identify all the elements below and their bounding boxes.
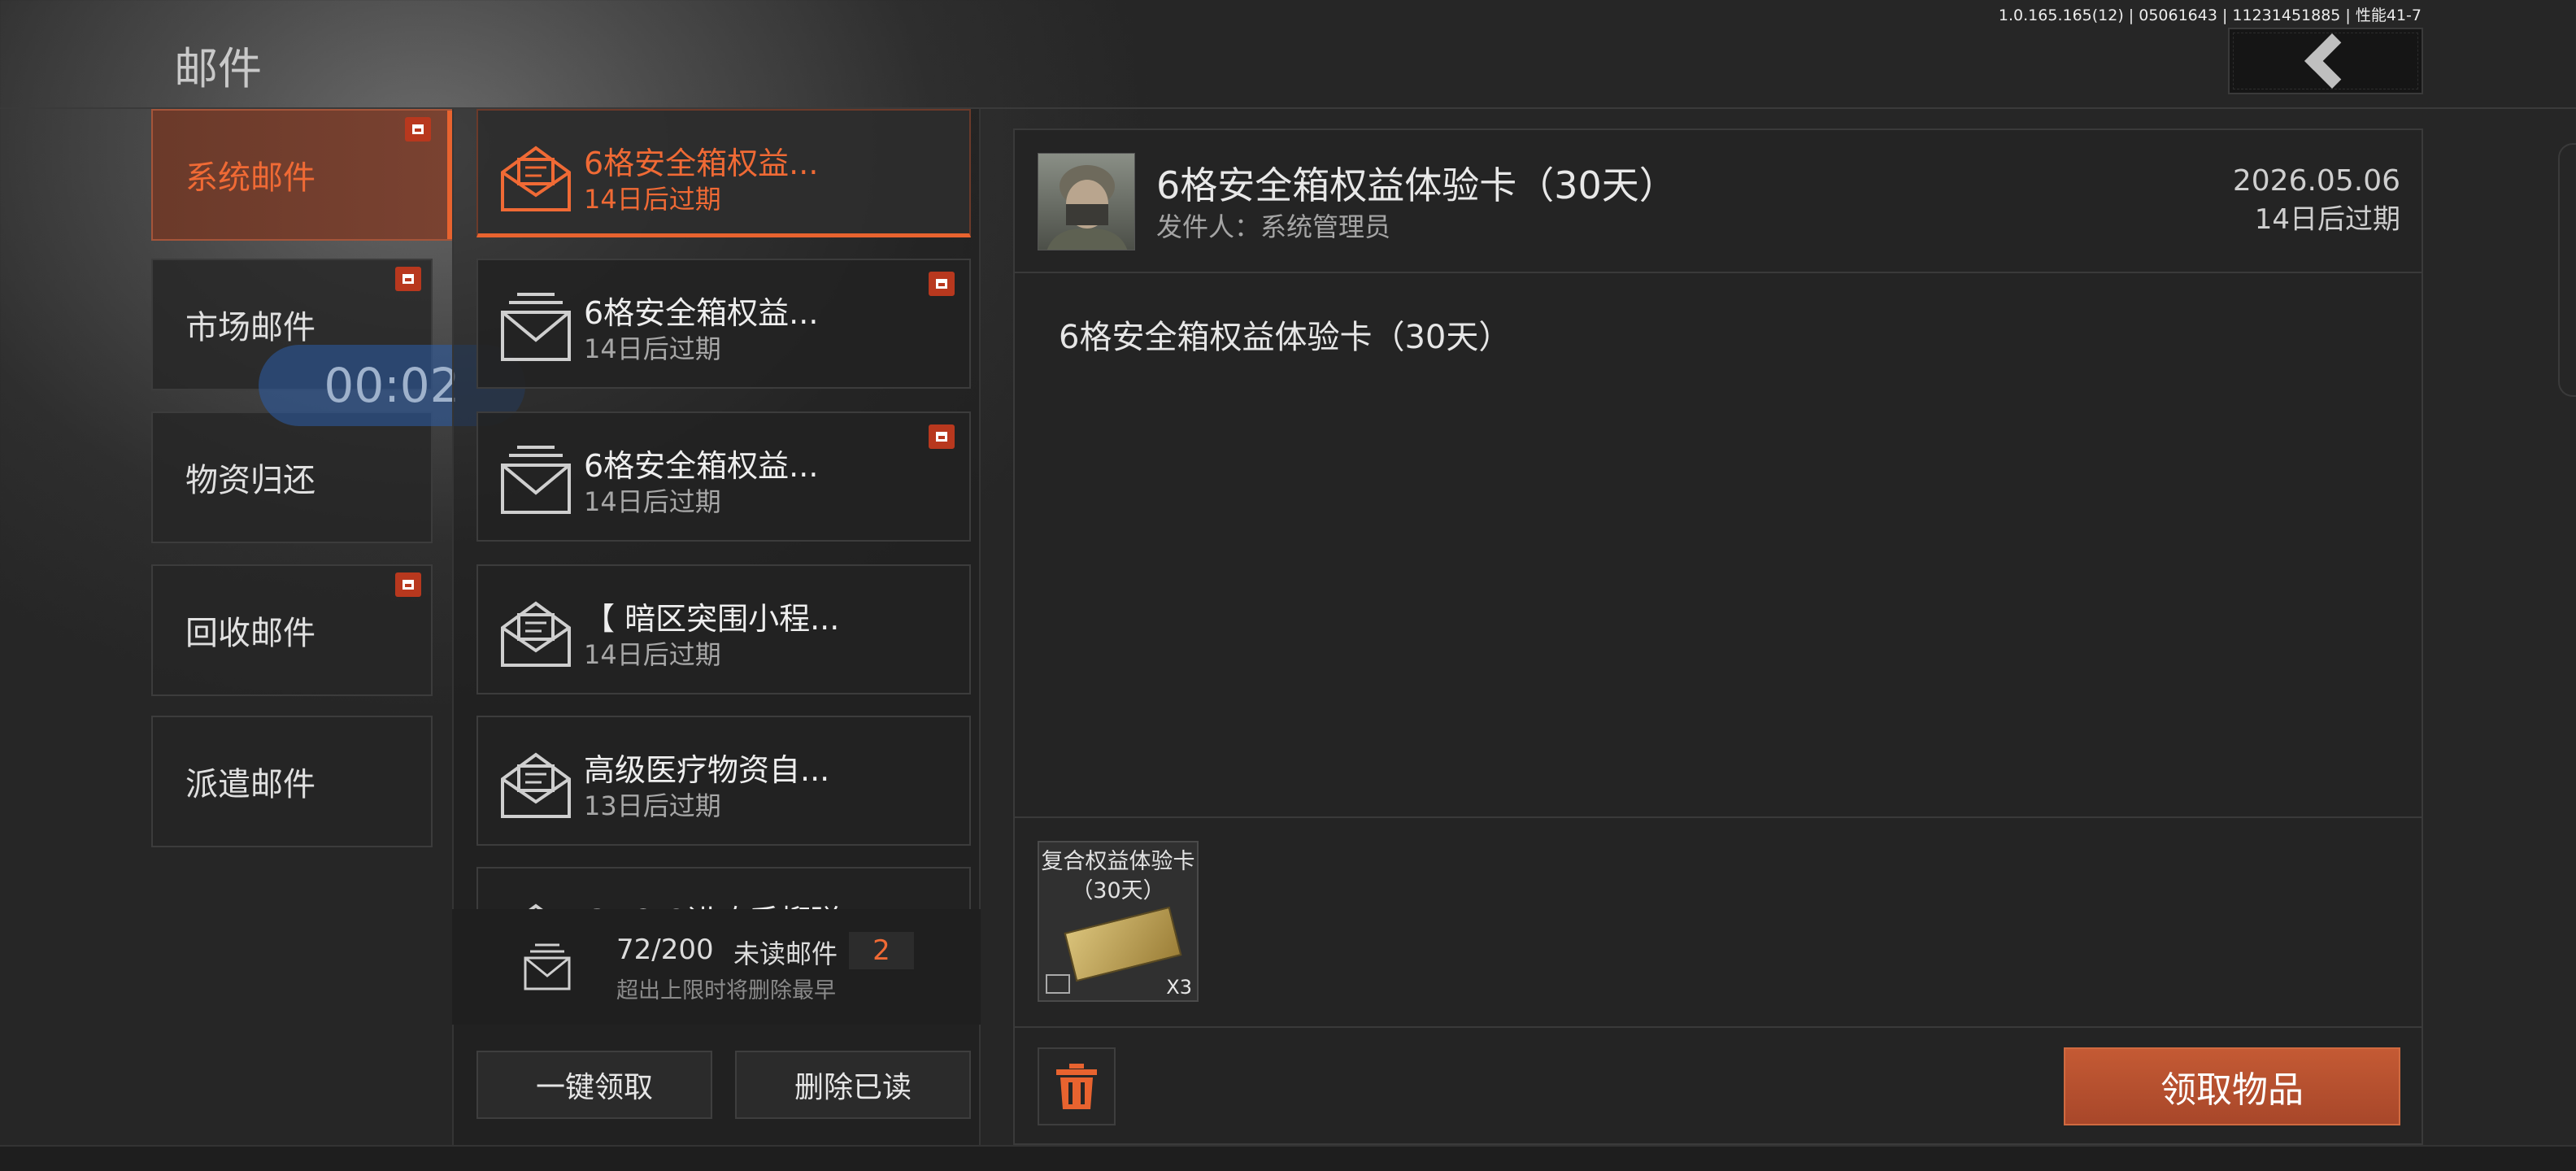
category-label: 物资归还 xyxy=(185,462,315,499)
attachment-item[interactable]: 复合权益体验卡（30天） X3 xyxy=(1038,841,1199,1002)
trash-icon xyxy=(1056,1064,1097,1109)
gift-icon xyxy=(929,272,955,296)
page-title: 邮件 xyxy=(174,43,262,94)
category-label: 系统邮件 xyxy=(185,159,315,197)
sender-avatar xyxy=(1038,153,1135,250)
attachment-divider xyxy=(1015,816,2422,818)
mail-body: 6格安全箱权益体验卡（30天） xyxy=(1059,319,1512,356)
gift-icon xyxy=(929,424,955,449)
mail-item[interactable]: 6格安全箱权益... 14日后过期 xyxy=(476,411,971,542)
stacked-envelope-icon xyxy=(501,293,571,361)
mail-item[interactable]: 6格安全箱权益... 14日后过期 xyxy=(476,109,971,237)
bottom-band xyxy=(0,1145,2576,1171)
mail-subject: GHO-2进攻手榴弹... xyxy=(584,896,871,909)
back-button[interactable] xyxy=(2228,28,2423,94)
open-envelope-icon xyxy=(501,601,571,667)
mail-sender: 发件人：系统管理员 xyxy=(1156,211,1391,242)
footer-divider xyxy=(1015,1026,2422,1028)
mail-date: 2026.05.06 xyxy=(2232,164,2400,198)
chevron-left-icon xyxy=(2304,33,2360,89)
gift-icon xyxy=(405,117,431,141)
category-system-mail[interactable]: 系统邮件 xyxy=(151,109,454,241)
mail-detail-panel xyxy=(1013,128,2423,1145)
mail-expiry: 14日后过期 xyxy=(584,184,721,215)
version-info: 1.0.165.165(12) | 05061643 | 11231451885… xyxy=(1998,7,2422,24)
mail-expiry: 13日后过期 xyxy=(584,790,721,821)
open-envelope-icon xyxy=(529,903,543,909)
mail-expiry: 14日后过期 xyxy=(584,486,721,517)
unread-count-badge: 2 xyxy=(849,932,914,969)
delete-mail-button[interactable] xyxy=(1038,1047,1116,1125)
mailbox-icon xyxy=(524,943,571,990)
category-label: 市场邮件 xyxy=(185,309,315,346)
mailbox-count: 72/200 xyxy=(616,934,714,966)
side-handle[interactable] xyxy=(2558,143,2576,397)
claim-all-button[interactable]: 一键领取 xyxy=(476,1051,712,1119)
stacked-envelope-icon xyxy=(501,446,571,514)
gift-icon xyxy=(395,572,421,597)
mail-subject: 6格安全箱权益... xyxy=(584,146,819,181)
category-label: 回收邮件 xyxy=(185,615,315,652)
mail-subject: 6格安全箱权益... xyxy=(584,448,819,484)
mail-subject: 6格安全箱权益... xyxy=(584,295,819,331)
unread-label: 未读邮件 xyxy=(733,938,838,969)
detail-header-divider xyxy=(1015,272,2422,273)
mail-item[interactable]: 【 暗区突围小程... 14日后过期 xyxy=(476,564,971,694)
attachment-qty: X3 xyxy=(1166,976,1192,999)
card-icon xyxy=(1064,906,1182,982)
mail-item[interactable]: GHO-2进攻手榴弹... xyxy=(476,867,971,909)
mail-item[interactable]: 6格安全箱权益... 14日后过期 xyxy=(476,259,971,389)
claim-items-button[interactable]: 领取物品 xyxy=(2064,1047,2400,1125)
mail-expiry-detail: 14日后过期 xyxy=(2254,203,2400,236)
mailbox-hint: 超出上限时将删除最早 xyxy=(616,978,836,1003)
mail-subject: 【 暗区突围小程... xyxy=(584,601,840,637)
box-icon xyxy=(1046,974,1070,994)
open-envelope-icon xyxy=(501,752,571,818)
category-supply-return[interactable]: 物资归还 xyxy=(151,411,433,543)
category-label: 派遣邮件 xyxy=(185,766,315,803)
mail-expiry: 14日后过期 xyxy=(584,333,721,364)
gift-icon xyxy=(395,267,421,291)
category-dispatch-mail[interactable]: 派遣邮件 xyxy=(151,716,433,847)
attachment-name: 复合权益体验卡（30天） xyxy=(1041,849,1195,903)
mail-subject: 高级医疗物资自... xyxy=(584,752,830,788)
mail-title: 6格安全箱权益体验卡（30天） xyxy=(1156,163,1677,207)
mail-expiry: 14日后过期 xyxy=(584,639,721,670)
category-recycle-mail[interactable]: 回收邮件 xyxy=(151,564,433,696)
delete-read-button[interactable]: 删除已读 xyxy=(735,1051,971,1119)
open-envelope-icon xyxy=(501,146,571,211)
mail-item[interactable]: 高级医疗物资自... 13日后过期 xyxy=(476,716,971,846)
